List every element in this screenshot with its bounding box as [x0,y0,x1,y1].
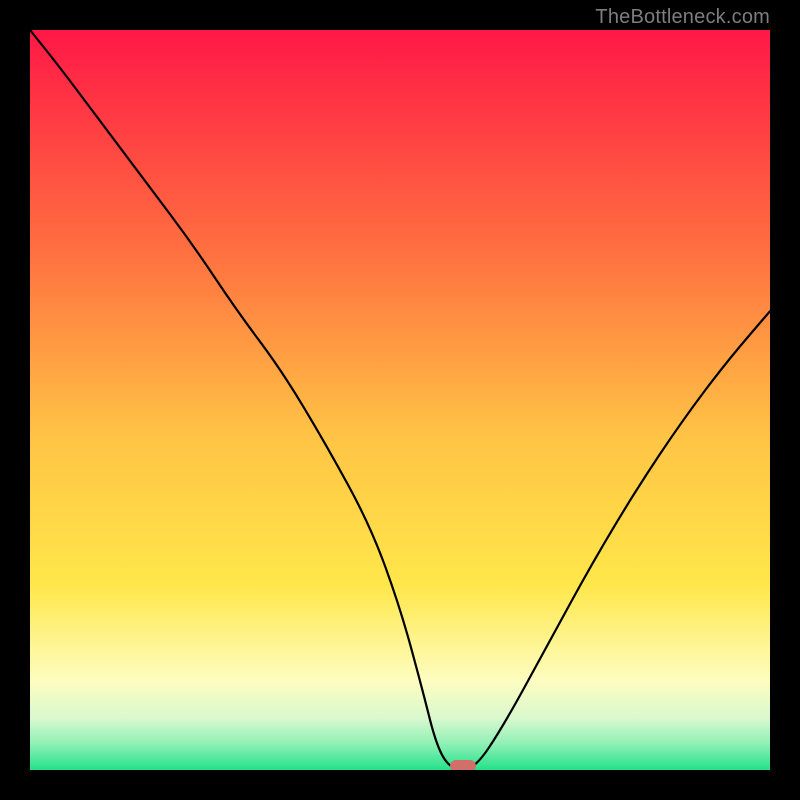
plot-area [30,30,770,770]
watermark-text: TheBottleneck.com [595,6,770,29]
chart-frame: TheBottleneck.com [0,0,800,800]
bottleneck-curve [30,30,770,770]
optimal-match-marker [450,760,476,770]
curve-path [30,30,770,770]
